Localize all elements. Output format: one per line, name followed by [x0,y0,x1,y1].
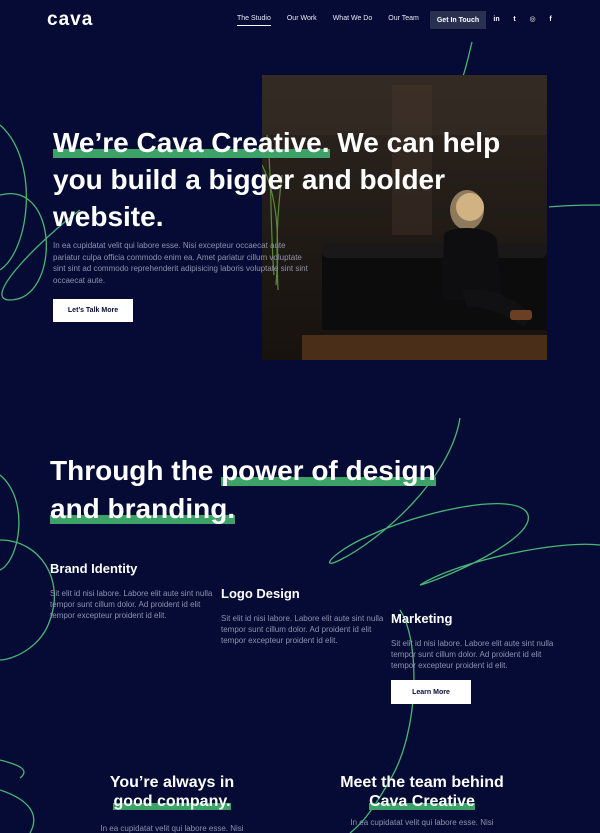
always-in-good-company-title: You’re always in good company. [62,773,282,811]
social-links: in t ◎ f [492,13,555,25]
meet-team-title-line: Meet the team behind [340,774,504,791]
nav-item-our-work[interactable]: Our Work [287,15,317,26]
linkedin-icon[interactable]: in [492,13,501,25]
good-company-text: In ea cupidatat velit qui labore esse. N… [100,824,244,833]
always-in-title-line: You’re always in [109,774,235,791]
service-text-marketing: Sit elit id nisi labore. Labore elit aut… [391,639,554,670]
get-in-touch-button[interactable]: Get In Touch [430,11,486,29]
nav-item-what-we-do[interactable]: What We Do [333,15,373,26]
hero-title-highlight: We’re Cava Creative. [53,127,330,158]
meet-team-text: In ea cupidatat velit qui labore esse. N… [350,818,494,827]
service-title-brand-identity: Brand Identity [50,561,138,576]
instagram-icon[interactable]: ◎ [528,13,537,25]
nav-item-our-team[interactable]: Our Team [388,15,419,26]
section-title-plain: Through the [50,455,222,486]
hero-description: In ea cupidatat velit qui labore esse. N… [53,241,308,285]
lets-talk-more-button[interactable]: Let’s Talk More [53,299,133,322]
section-title: Through the power of design and branding. [50,452,470,528]
section-title-highlight-2: and branding. [50,493,236,524]
service-title-logo-design: Logo Design [221,586,300,601]
service-text-logo-design: Sit elit id nisi labore. Labore elit aut… [221,614,384,645]
twitter-icon[interactable]: t [510,13,519,25]
good-company-highlight: good company. [113,793,231,810]
main-nav: The Studio Our Work What We Do Our Team [237,15,419,26]
meet-the-team-title: Meet the team behind Cava Creative [312,773,532,811]
nav-item-the-studio[interactable]: The Studio [237,15,271,26]
cava-creative-highlight: Cava Creative [369,793,475,810]
learn-more-button[interactable]: Learn More [391,680,471,704]
facebook-icon[interactable]: f [546,13,555,25]
cava-logo[interactable]: cava [47,9,93,31]
section-title-highlight-1: power of design [221,455,436,486]
hero-title: We’re Cava Creative. We can help you bui… [53,124,513,235]
service-text-brand-identity: Sit elit id nisi labore. Labore elit aut… [50,589,213,620]
service-title-marketing: Marketing [391,611,453,626]
